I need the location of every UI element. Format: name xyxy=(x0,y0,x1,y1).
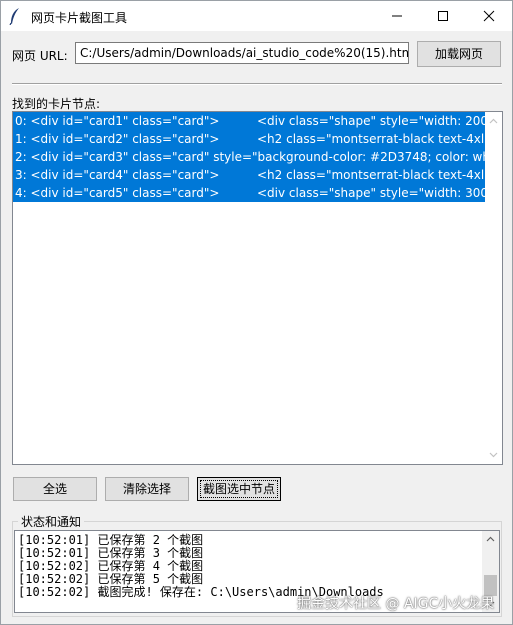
minimize-icon xyxy=(392,15,402,17)
load-page-button[interactable]: 加载网页 xyxy=(417,41,501,67)
maximize-icon xyxy=(438,11,448,21)
close-button[interactable] xyxy=(466,1,512,31)
status-legend: 状态和通知 xyxy=(18,513,85,530)
minimize-button[interactable] xyxy=(374,1,420,31)
list-item[interactable]: 3: <div id="card4" class="card"> <h2 cla… xyxy=(13,166,486,184)
list-item[interactable]: 2: <div id="card3" class="card" style="b… xyxy=(13,148,486,166)
url-label: 网页 URL: xyxy=(12,49,68,63)
list-item[interactable]: 1: <div id="card2" class="card"> <h2 cla… xyxy=(13,130,486,148)
feather-icon xyxy=(9,7,21,26)
watermark: 掘金技术社区 @ AIGC小火龙果 xyxy=(297,596,495,612)
window-title: 网页卡片截图工具 xyxy=(31,11,128,25)
app-window: 网页卡片截图工具 网页 URL: C:/Users/admin/Download… xyxy=(0,0,513,625)
chevron-up-icon[interactable] xyxy=(489,118,498,124)
select-all-button[interactable]: 全选 xyxy=(13,477,97,501)
list-item[interactable]: 0: <div id="card1" class="card"> <div cl… xyxy=(13,112,486,130)
maximize-button[interactable] xyxy=(420,1,466,31)
url-input[interactable]: C:/Users/admin/Downloads/ai_studio_code%… xyxy=(75,42,409,64)
clear-selection-button[interactable]: 清除选择 xyxy=(105,477,189,501)
list-scrollbar[interactable] xyxy=(485,112,502,464)
list-item[interactable]: 4: <div id="card5" class="card"> <div cl… xyxy=(13,184,486,202)
divider xyxy=(12,83,502,85)
capture-selected-button[interactable]: 截图选中节点 xyxy=(197,477,281,501)
chevron-up-icon[interactable] xyxy=(486,536,495,542)
close-icon xyxy=(483,10,495,22)
card-list-label: 找到的卡片节点: xyxy=(12,97,101,111)
card-node-list[interactable]: 0: <div id="card1" class="card"> <div cl… xyxy=(12,111,503,465)
chevron-down-icon[interactable] xyxy=(489,452,498,458)
title-bar[interactable]: 网页卡片截图工具 xyxy=(1,1,512,31)
